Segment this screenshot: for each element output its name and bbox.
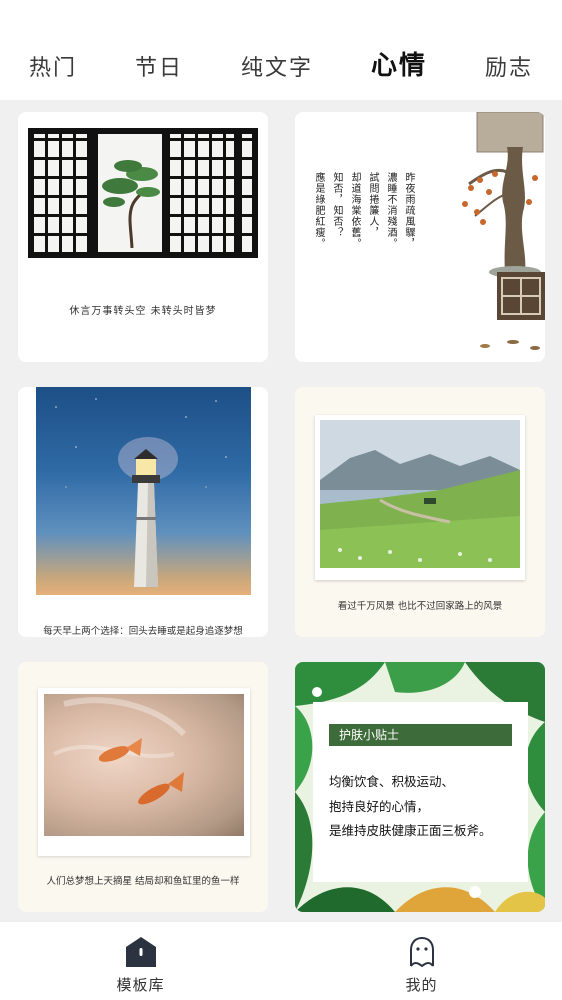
tab-hot[interactable]: 热门 — [23, 50, 83, 82]
template-card-window-pine[interactable]: 休言万事转头空 未转头时皆梦 — [18, 112, 268, 362]
card-caption: 看过千万风景 也比不过回家路上的风景 — [337, 601, 503, 612]
tip-title: 护肤小贴士 — [329, 724, 512, 746]
tip-line: 是维持皮肤健康正面三板斧。 — [329, 823, 492, 838]
nav-mine-label: 我的 — [405, 976, 438, 994]
pine-tree-icon — [102, 160, 160, 248]
goldfish-icon — [53, 697, 187, 805]
card-caption: 每天早上两个选择：回头去睡或是起身追逐梦想 — [43, 626, 243, 637]
goldfish-photo-frame — [38, 688, 250, 856]
persimmon-tree-illustration — [462, 112, 545, 350]
landscape-photo-frame — [315, 415, 525, 580]
template-grid: 休言万事转头空 未转头时皆梦 昨夜雨疏風驟， 濃睡不消殘酒。 試問捲簾人， 却道… — [18, 112, 545, 912]
template-card-landscape[interactable]: 看过千万风景 也比不过回家路上的风景 — [295, 387, 545, 637]
tip-panel: 护肤小贴士 均衡饮食、积极运动、 抱持良好的心情， 是维持皮肤健康正面三板斧。 — [313, 702, 528, 882]
tab-inspiration[interactable]: 励志 — [479, 50, 539, 82]
goldfish-image — [44, 694, 244, 836]
template-card-lighthouse[interactable]: 每天早上两个选择：回头去睡或是起身追逐梦想 — [18, 387, 268, 637]
poem-line: 試問捲簾人， — [367, 172, 378, 238]
tab-mood[interactable]: 心情 — [365, 45, 433, 82]
landscape-image — [320, 420, 520, 568]
window-pine-image — [28, 128, 258, 258]
nav-mine[interactable]: 我的 — [362, 922, 482, 995]
template-card-goldfish[interactable]: 人们总梦想上天摘星 结局却和鱼缸里的鱼一样 — [18, 662, 268, 912]
template-card-skincare-tip[interactable]: 护肤小贴士 均衡饮食、积极运动、 抱持良好的心情， 是维持皮肤健康正面三板斧。 — [295, 662, 545, 912]
tip-body: 均衡饮食、积极运动、 抱持良好的心情， 是维持皮肤健康正面三板斧。 — [329, 770, 492, 844]
template-card-poem[interactable]: 昨夜雨疏風驟， 濃睡不消殘酒。 試問捲簾人， 却道海棠依舊。 知否，知否？ 應是… — [295, 112, 545, 362]
tab-festival[interactable]: 节日 — [129, 50, 189, 82]
tip-line: 抱持良好的心情， — [329, 798, 430, 814]
card-caption: 人们总梦想上天摘星 结局却和鱼缸里的鱼一样 — [46, 876, 240, 887]
lighthouse-image — [36, 387, 251, 595]
nav-templates[interactable]: 模板库 — [81, 922, 201, 995]
poem-line: 應是綠肥紅瘦。 — [313, 172, 324, 249]
home-icon — [125, 937, 156, 967]
poem-line: 知否，知否？ — [331, 172, 342, 238]
profile-icon — [409, 936, 434, 968]
nav-templates-label: 模板库 — [116, 976, 165, 994]
tip-line: 均衡饮食、积极运动、 — [329, 774, 455, 789]
card-caption: 休言万事转头空 未转头时皆梦 — [69, 306, 217, 317]
bottom-navigation: 模板库 我的 — [0, 922, 562, 1000]
category-tab-bar: 热门 节日 纯文字 心情 励志 — [0, 0, 562, 100]
lighthouse-icon — [55, 398, 227, 587]
tab-text-only[interactable]: 纯文字 — [235, 50, 319, 82]
poem-line: 却道海棠依舊。 — [349, 172, 360, 249]
